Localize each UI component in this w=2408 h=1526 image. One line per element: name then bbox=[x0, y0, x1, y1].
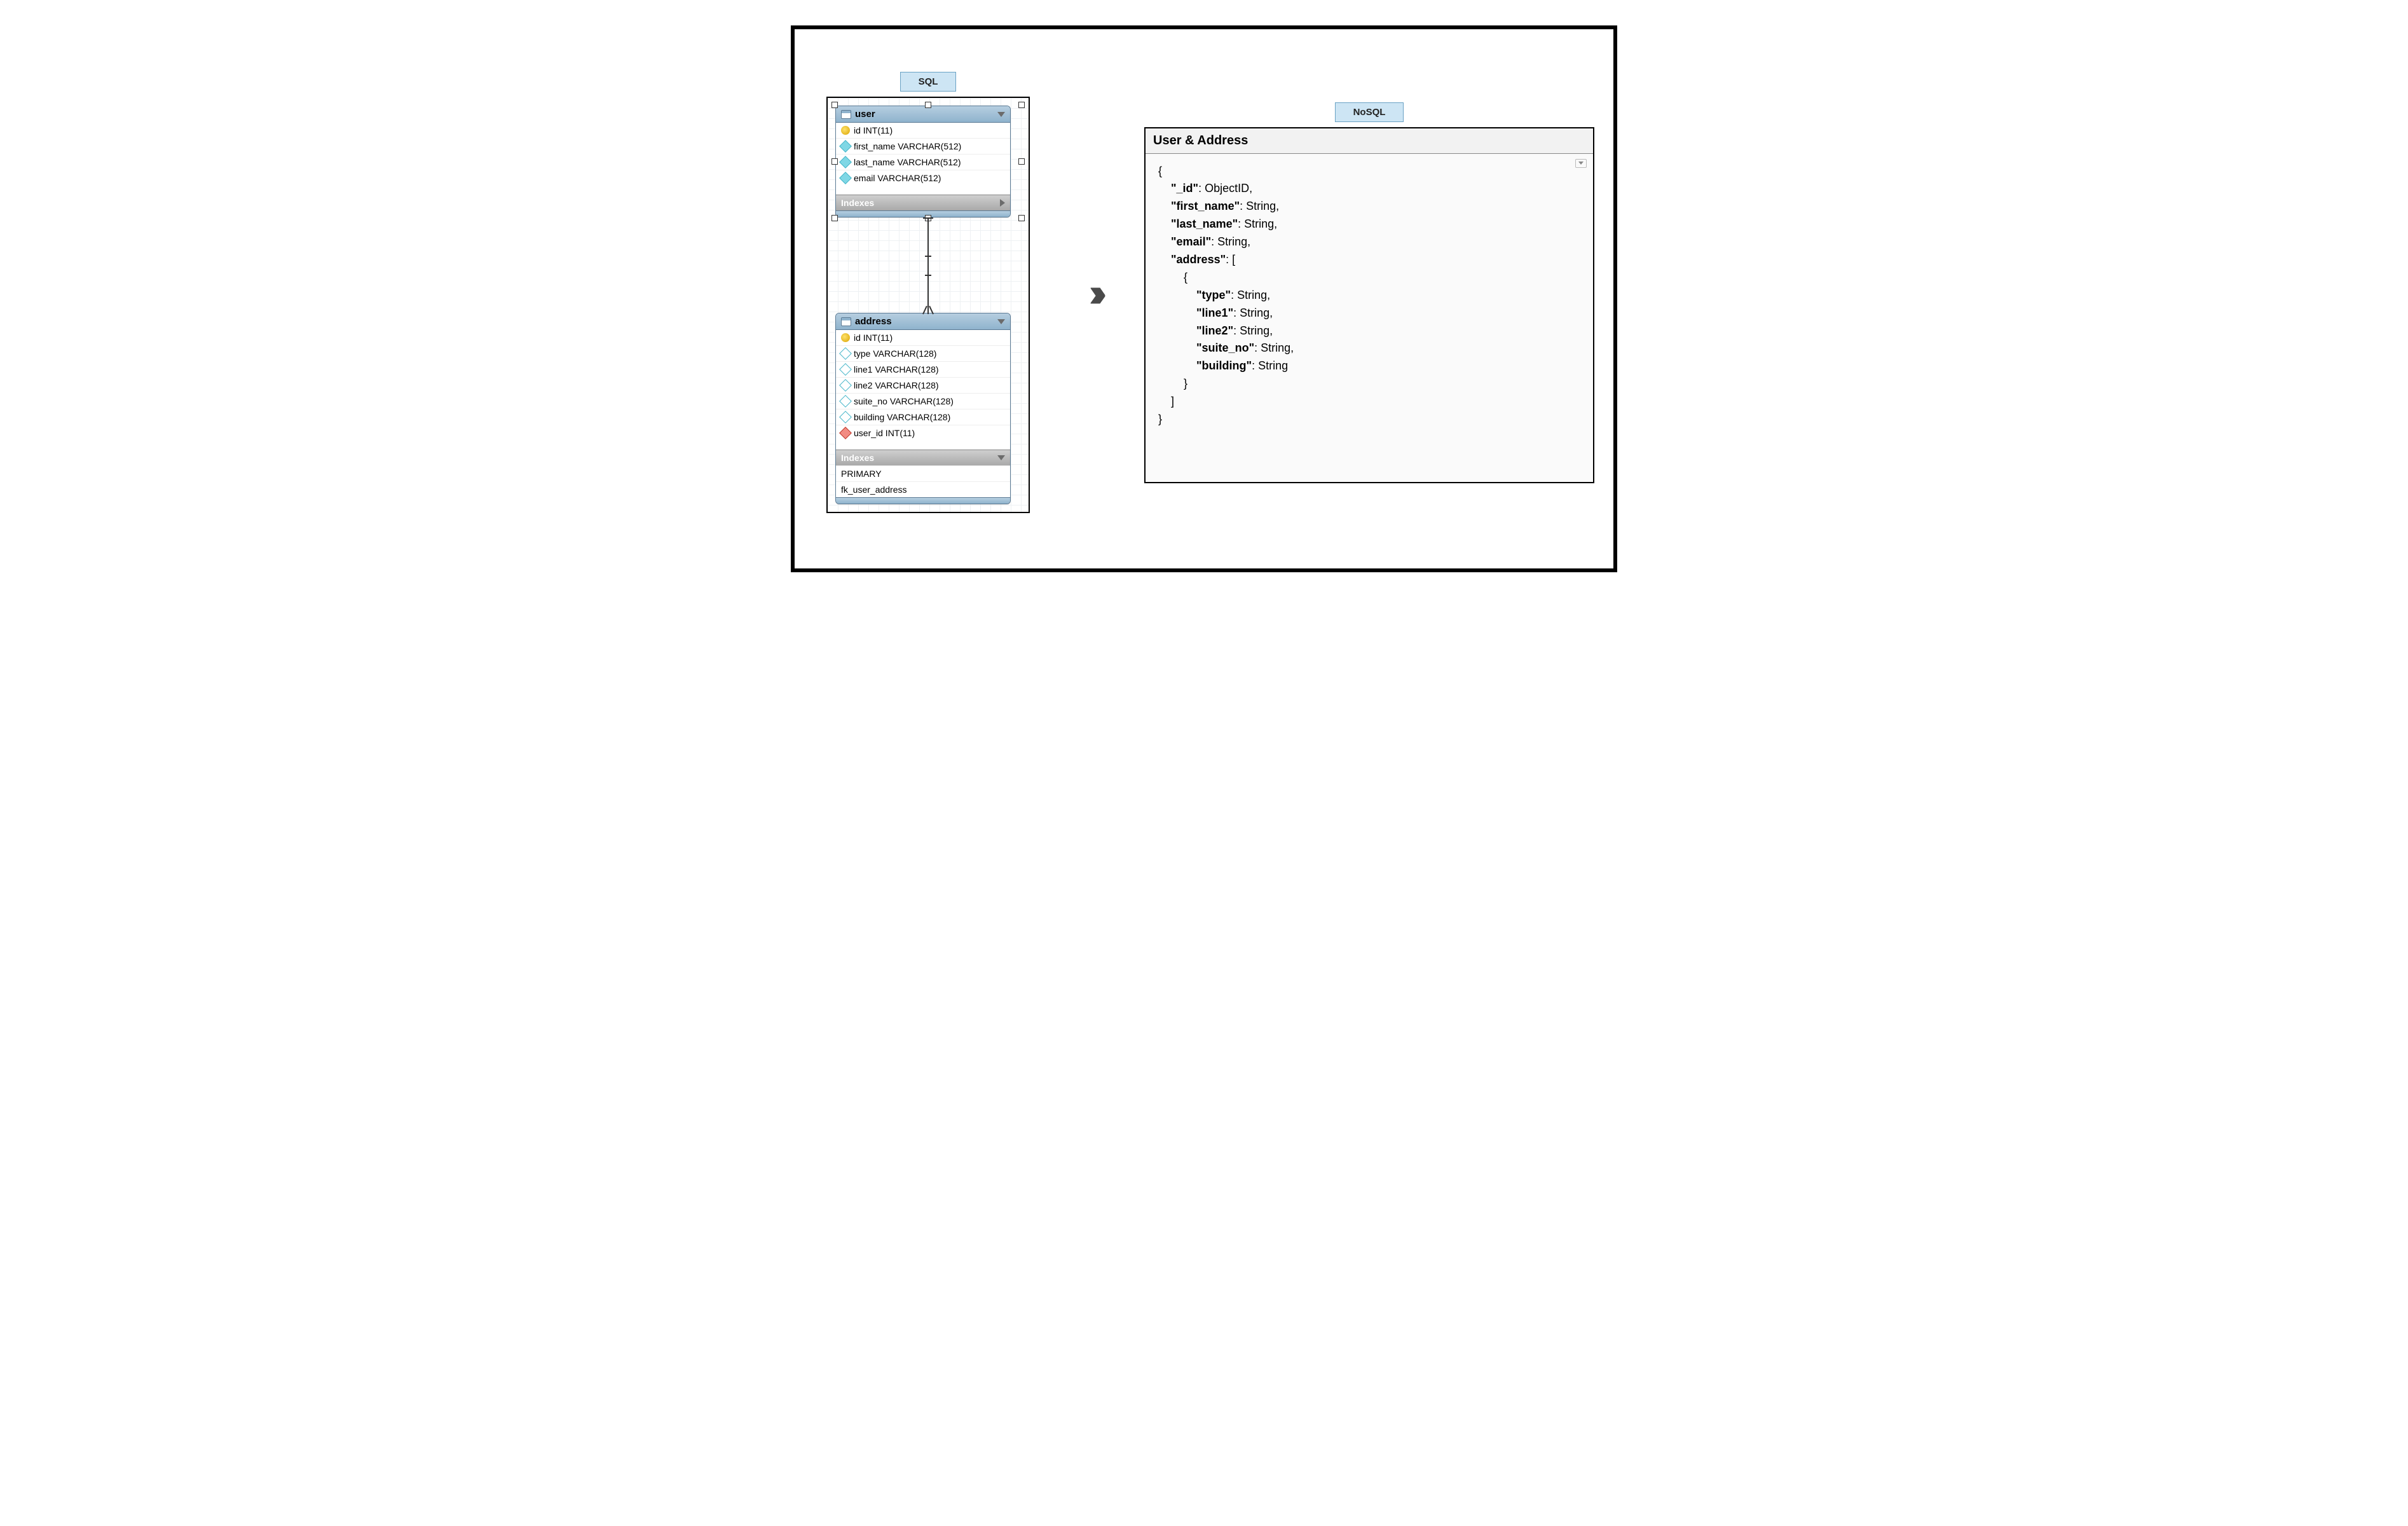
table-icon bbox=[841, 317, 851, 326]
column-row[interactable]: id INT(11) bbox=[836, 330, 1010, 346]
column-icon bbox=[839, 156, 852, 168]
chevron-down-icon[interactable] bbox=[997, 455, 1005, 460]
column-icon bbox=[839, 172, 852, 184]
sql-column: SQL user id INT(11)first_nam bbox=[814, 72, 1043, 513]
json-line: "line2": String, bbox=[1158, 322, 1580, 340]
table-name: address bbox=[855, 316, 997, 327]
table-user-selection[interactable]: user id INT(11) first_name VARCHAR(512) la… bbox=[835, 106, 1021, 217]
index-row[interactable]: PRIMARY bbox=[836, 465, 1010, 481]
json-line: "type": String, bbox=[1158, 287, 1580, 305]
transform-arrow: ›› bbox=[1068, 272, 1119, 313]
indexes-label: Indexes bbox=[841, 198, 1000, 208]
chevron-right-icon[interactable] bbox=[1000, 199, 1005, 207]
column-row[interactable]: first_name VARCHAR(512) bbox=[836, 139, 1010, 155]
table-header[interactable]: address bbox=[836, 313, 1010, 330]
column-icon bbox=[839, 347, 852, 360]
dropdown-icon[interactable] bbox=[1575, 159, 1587, 168]
json-line: "_id": ObjectID, bbox=[1158, 180, 1580, 198]
json-line: { bbox=[1158, 269, 1580, 287]
table-footer bbox=[836, 210, 1010, 217]
column-definition: suite_no VARCHAR(128) bbox=[854, 396, 954, 406]
cardinality-many-icon bbox=[922, 305, 934, 314]
cardinality-one-icon bbox=[923, 217, 933, 219]
spacer bbox=[836, 186, 1010, 195]
json-line: "address": [ bbox=[1158, 251, 1580, 269]
spacer bbox=[836, 441, 1010, 450]
table-header[interactable]: user bbox=[836, 106, 1010, 123]
nosql-column: NoSQL User & Address { "_id": ObjectID, … bbox=[1144, 102, 1594, 483]
indexes-label: Indexes bbox=[841, 453, 997, 463]
relationship-connector bbox=[835, 217, 1021, 313]
column-definition: first_name VARCHAR(512) bbox=[854, 141, 961, 151]
nosql-panel: User & Address { "_id": ObjectID, "first… bbox=[1144, 127, 1594, 483]
table-card-user[interactable]: user id INT(11) first_name VARCHAR(512) la… bbox=[835, 106, 1011, 217]
primary-key-icon bbox=[841, 333, 850, 342]
resize-handle-icon[interactable] bbox=[1018, 102, 1025, 108]
column-row[interactable]: line1 VARCHAR(128) bbox=[836, 362, 1010, 378]
diagram-frame: SQL user id INT(11)first_nam bbox=[791, 25, 1617, 572]
column-definition: building VARCHAR(128) bbox=[854, 412, 950, 422]
resize-handle-icon[interactable] bbox=[1018, 158, 1025, 165]
json-line: ] bbox=[1158, 393, 1580, 411]
column-definition: line1 VARCHAR(128) bbox=[854, 364, 939, 375]
column-row[interactable]: id INT(11) bbox=[836, 123, 1010, 139]
json-line: "building": String bbox=[1158, 357, 1580, 375]
index-row[interactable]: fk_user_address bbox=[836, 481, 1010, 497]
resize-handle-icon[interactable] bbox=[831, 215, 838, 221]
column-icon bbox=[839, 140, 852, 153]
column-row[interactable]: email VARCHAR(512) bbox=[836, 170, 1010, 186]
column-definition: email VARCHAR(512) bbox=[854, 173, 941, 183]
resize-handle-icon[interactable] bbox=[831, 158, 838, 165]
column-row[interactable]: last_name VARCHAR(512) bbox=[836, 155, 1010, 170]
json-line: } bbox=[1158, 411, 1580, 429]
column-definition: last_name VARCHAR(512) bbox=[854, 157, 961, 167]
json-line: "last_name": String, bbox=[1158, 216, 1580, 233]
table-card-address[interactable]: address id INT(11) type VARCHAR(128) line1… bbox=[835, 313, 1011, 504]
json-line: "suite_no": String, bbox=[1158, 340, 1580, 357]
primary-key-icon bbox=[841, 126, 850, 135]
json-line: } bbox=[1158, 375, 1580, 393]
column-row[interactable]: type VARCHAR(128) bbox=[836, 346, 1010, 362]
column-definition: line2 VARCHAR(128) bbox=[854, 380, 939, 390]
resize-handle-icon[interactable] bbox=[1018, 215, 1025, 221]
indexes-header[interactable]: Indexes bbox=[836, 450, 1010, 465]
nosql-schema-body: { "_id": ObjectID, "first_name": String,… bbox=[1146, 154, 1593, 437]
resize-handle-icon[interactable] bbox=[831, 102, 838, 108]
double-chevron-right-icon: ›› bbox=[1089, 272, 1098, 313]
resize-handle-icon[interactable] bbox=[925, 102, 931, 108]
json-line: "first_name": String, bbox=[1158, 198, 1580, 216]
sql-designer-panel: user id INT(11) first_name VARCHAR(512) la… bbox=[826, 97, 1030, 513]
column-icon bbox=[839, 395, 852, 408]
table-icon bbox=[841, 110, 851, 119]
column-row[interactable]: line2 VARCHAR(128) bbox=[836, 378, 1010, 394]
column-definition: type VARCHAR(128) bbox=[854, 348, 936, 359]
column-definition: user_id INT(11) bbox=[854, 428, 915, 438]
json-line: "line1": String, bbox=[1158, 305, 1580, 322]
chevron-down-icon[interactable] bbox=[997, 112, 1005, 117]
column-row[interactable]: building VARCHAR(128) bbox=[836, 409, 1010, 425]
indexes-header[interactable]: Indexes bbox=[836, 195, 1010, 210]
table-name: user bbox=[855, 109, 997, 120]
column-icon bbox=[839, 363, 852, 376]
column-icon bbox=[839, 379, 852, 392]
column-icon bbox=[839, 411, 852, 423]
json-line: "email": String, bbox=[1158, 233, 1580, 251]
table-footer bbox=[836, 497, 1010, 504]
json-line: { bbox=[1158, 163, 1580, 181]
nosql-label: NoSQL bbox=[1335, 102, 1404, 122]
column-row[interactable]: suite_no VARCHAR(128) bbox=[836, 394, 1010, 409]
sql-label: SQL bbox=[900, 72, 957, 92]
column-definition: id INT(11) bbox=[854, 125, 893, 135]
chevron-down-icon[interactable] bbox=[997, 319, 1005, 324]
foreign-key-icon bbox=[839, 427, 852, 439]
column-row[interactable]: user_id INT(11) bbox=[836, 425, 1010, 441]
nosql-title: User & Address bbox=[1146, 128, 1593, 154]
column-definition: id INT(11) bbox=[854, 333, 893, 343]
